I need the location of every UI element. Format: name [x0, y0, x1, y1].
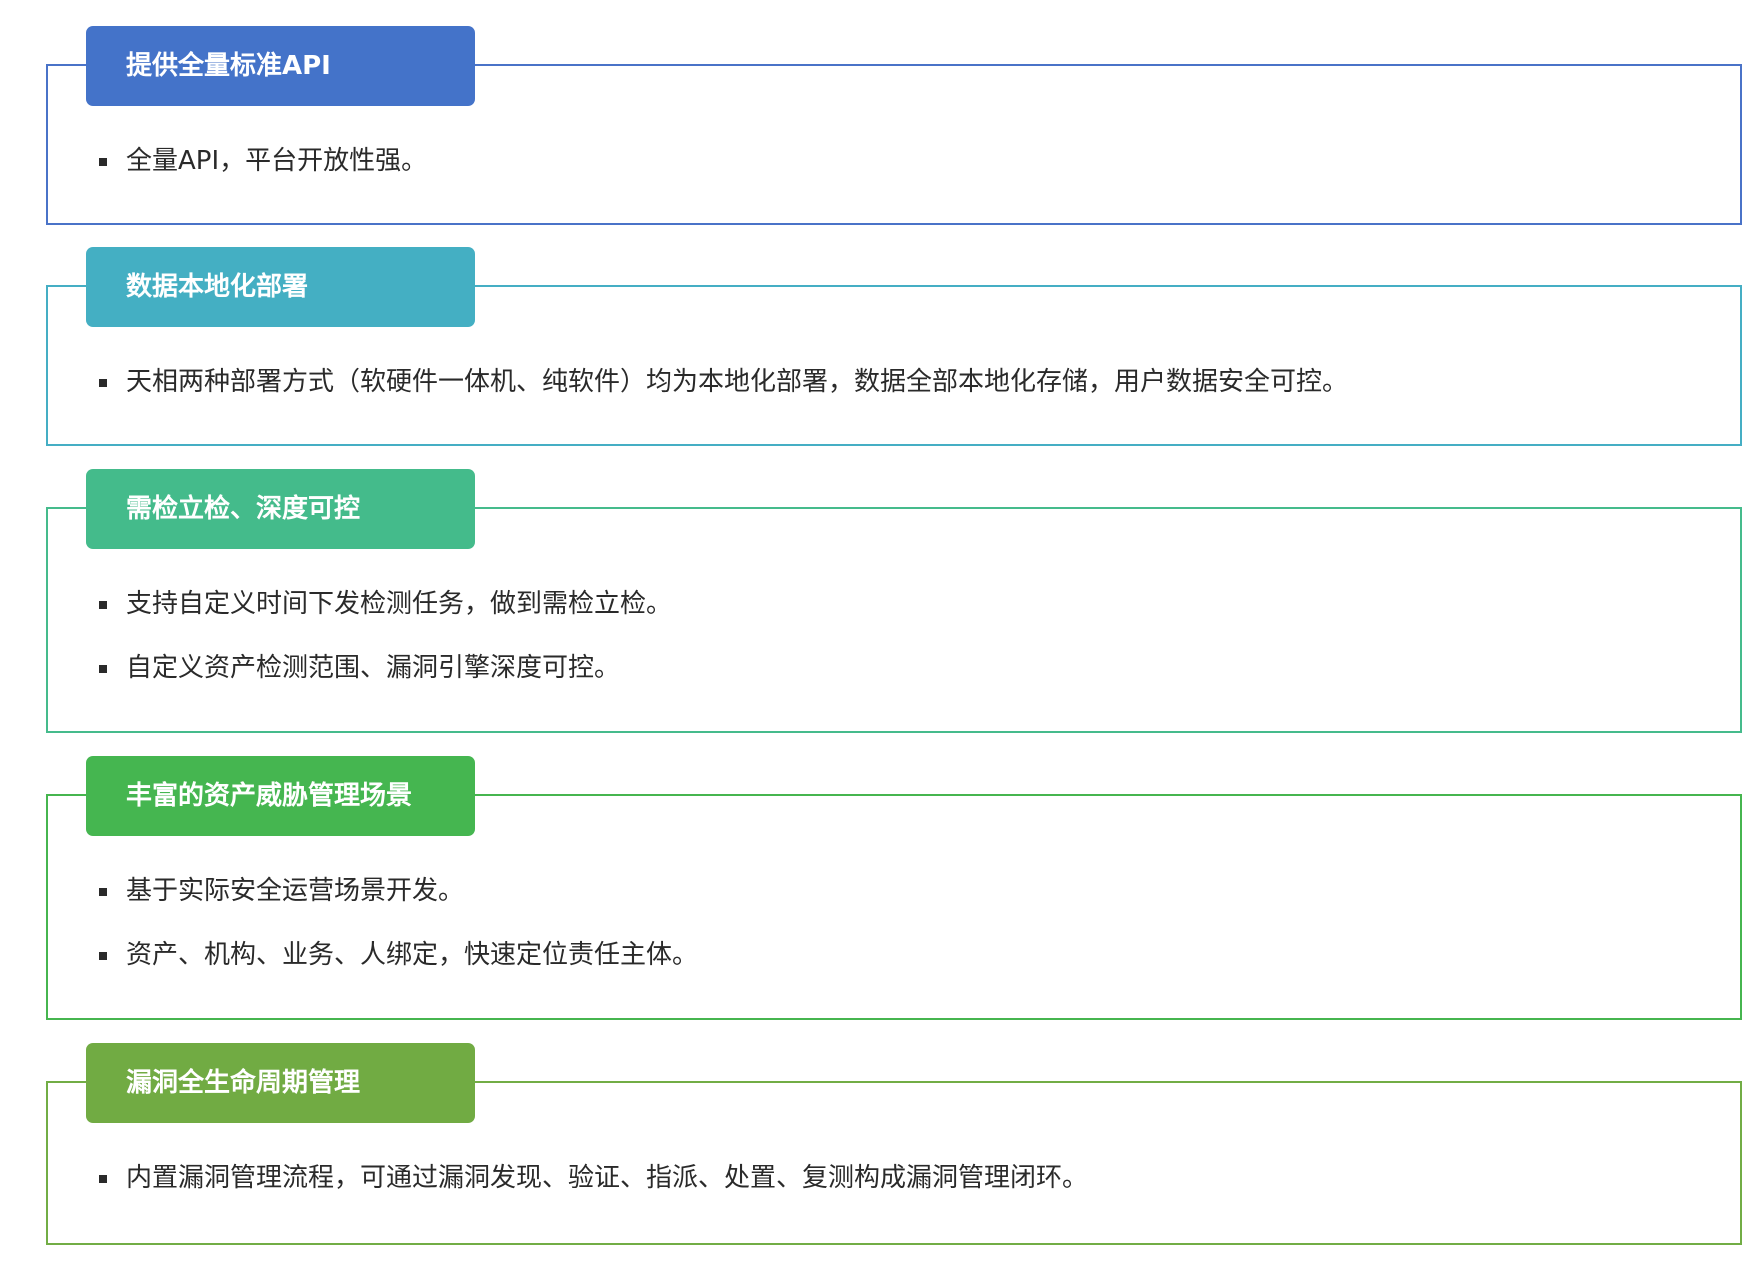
list-item: 天相两种部署方式（软硬件一体机、纯软件）均为本地化部署，数据全部本地化存储，用户… [46, 350, 1742, 414]
item-text: 天相两种部署方式（软硬件一体机、纯软件）均为本地化部署，数据全部本地化存储，用户… [126, 367, 1349, 397]
square-bullet-icon [99, 379, 107, 387]
list-item: 支持自定义时间下发检测任务，做到需检立检。 [46, 572, 1742, 636]
item-list: 全量API，平台开放性强。 [46, 129, 1742, 193]
item-text: 基于实际安全运营场景开发。 [126, 876, 465, 906]
list-item: 自定义资产检测范围、漏洞引擎深度可控。 [46, 636, 1742, 700]
feature-section-on-demand-scan: 需检立检、深度可控 支持自定义时间下发检测任务，做到需检立检。 自定义资产检测范… [46, 469, 1742, 733]
feature-section-vuln-lifecycle: 漏洞全生命周期管理 内置漏洞管理流程，可通过漏洞发现、验证、指派、处置、复测构成… [46, 1043, 1742, 1245]
item-list: 内置漏洞管理流程，可通过漏洞发现、验证、指派、处置、复测构成漏洞管理闭环。 [46, 1146, 1742, 1210]
list-item: 资产、机构、业务、人绑定，快速定位责任主体。 [46, 923, 1742, 987]
list-item: 基于实际安全运营场景开发。 [46, 859, 1742, 923]
square-bullet-icon [99, 888, 107, 896]
item-list: 天相两种部署方式（软硬件一体机、纯软件）均为本地化部署，数据全部本地化存储，用户… [46, 350, 1742, 414]
section-title: 数据本地化部署 [86, 247, 475, 327]
item-list: 基于实际安全运营场景开发。 资产、机构、业务、人绑定，快速定位责任主体。 [46, 859, 1742, 987]
square-bullet-icon [99, 952, 107, 960]
item-text: 自定义资产检测范围、漏洞引擎深度可控。 [126, 653, 621, 683]
item-list: 支持自定义时间下发检测任务，做到需检立检。 自定义资产检测范围、漏洞引擎深度可控… [46, 572, 1742, 700]
feature-section-local-deploy: 数据本地化部署 天相两种部署方式（软硬件一体机、纯软件）均为本地化部署，数据全部… [46, 247, 1742, 446]
item-text: 内置漏洞管理流程，可通过漏洞发现、验证、指派、处置、复测构成漏洞管理闭环。 [126, 1163, 1089, 1193]
item-text: 全量API，平台开放性强。 [126, 146, 428, 176]
section-title: 提供全量标准API [86, 26, 475, 106]
section-title: 漏洞全生命周期管理 [86, 1043, 475, 1123]
feature-section-api: 提供全量标准API 全量API，平台开放性强。 [46, 26, 1742, 225]
list-item: 全量API，平台开放性强。 [46, 129, 1742, 193]
square-bullet-icon [99, 601, 107, 609]
feature-section-asset-threat: 丰富的资产威胁管理场景 基于实际安全运营场景开发。 资产、机构、业务、人绑定，快… [46, 756, 1742, 1020]
section-title: 需检立检、深度可控 [86, 469, 475, 549]
list-item: 内置漏洞管理流程，可通过漏洞发现、验证、指派、处置、复测构成漏洞管理闭环。 [46, 1146, 1742, 1210]
square-bullet-icon [99, 1175, 107, 1183]
square-bullet-icon [99, 665, 107, 673]
section-title: 丰富的资产威胁管理场景 [86, 756, 475, 836]
item-text: 支持自定义时间下发检测任务，做到需检立检。 [126, 589, 673, 619]
square-bullet-icon [99, 158, 107, 166]
item-text: 资产、机构、业务、人绑定，快速定位责任主体。 [126, 940, 699, 970]
